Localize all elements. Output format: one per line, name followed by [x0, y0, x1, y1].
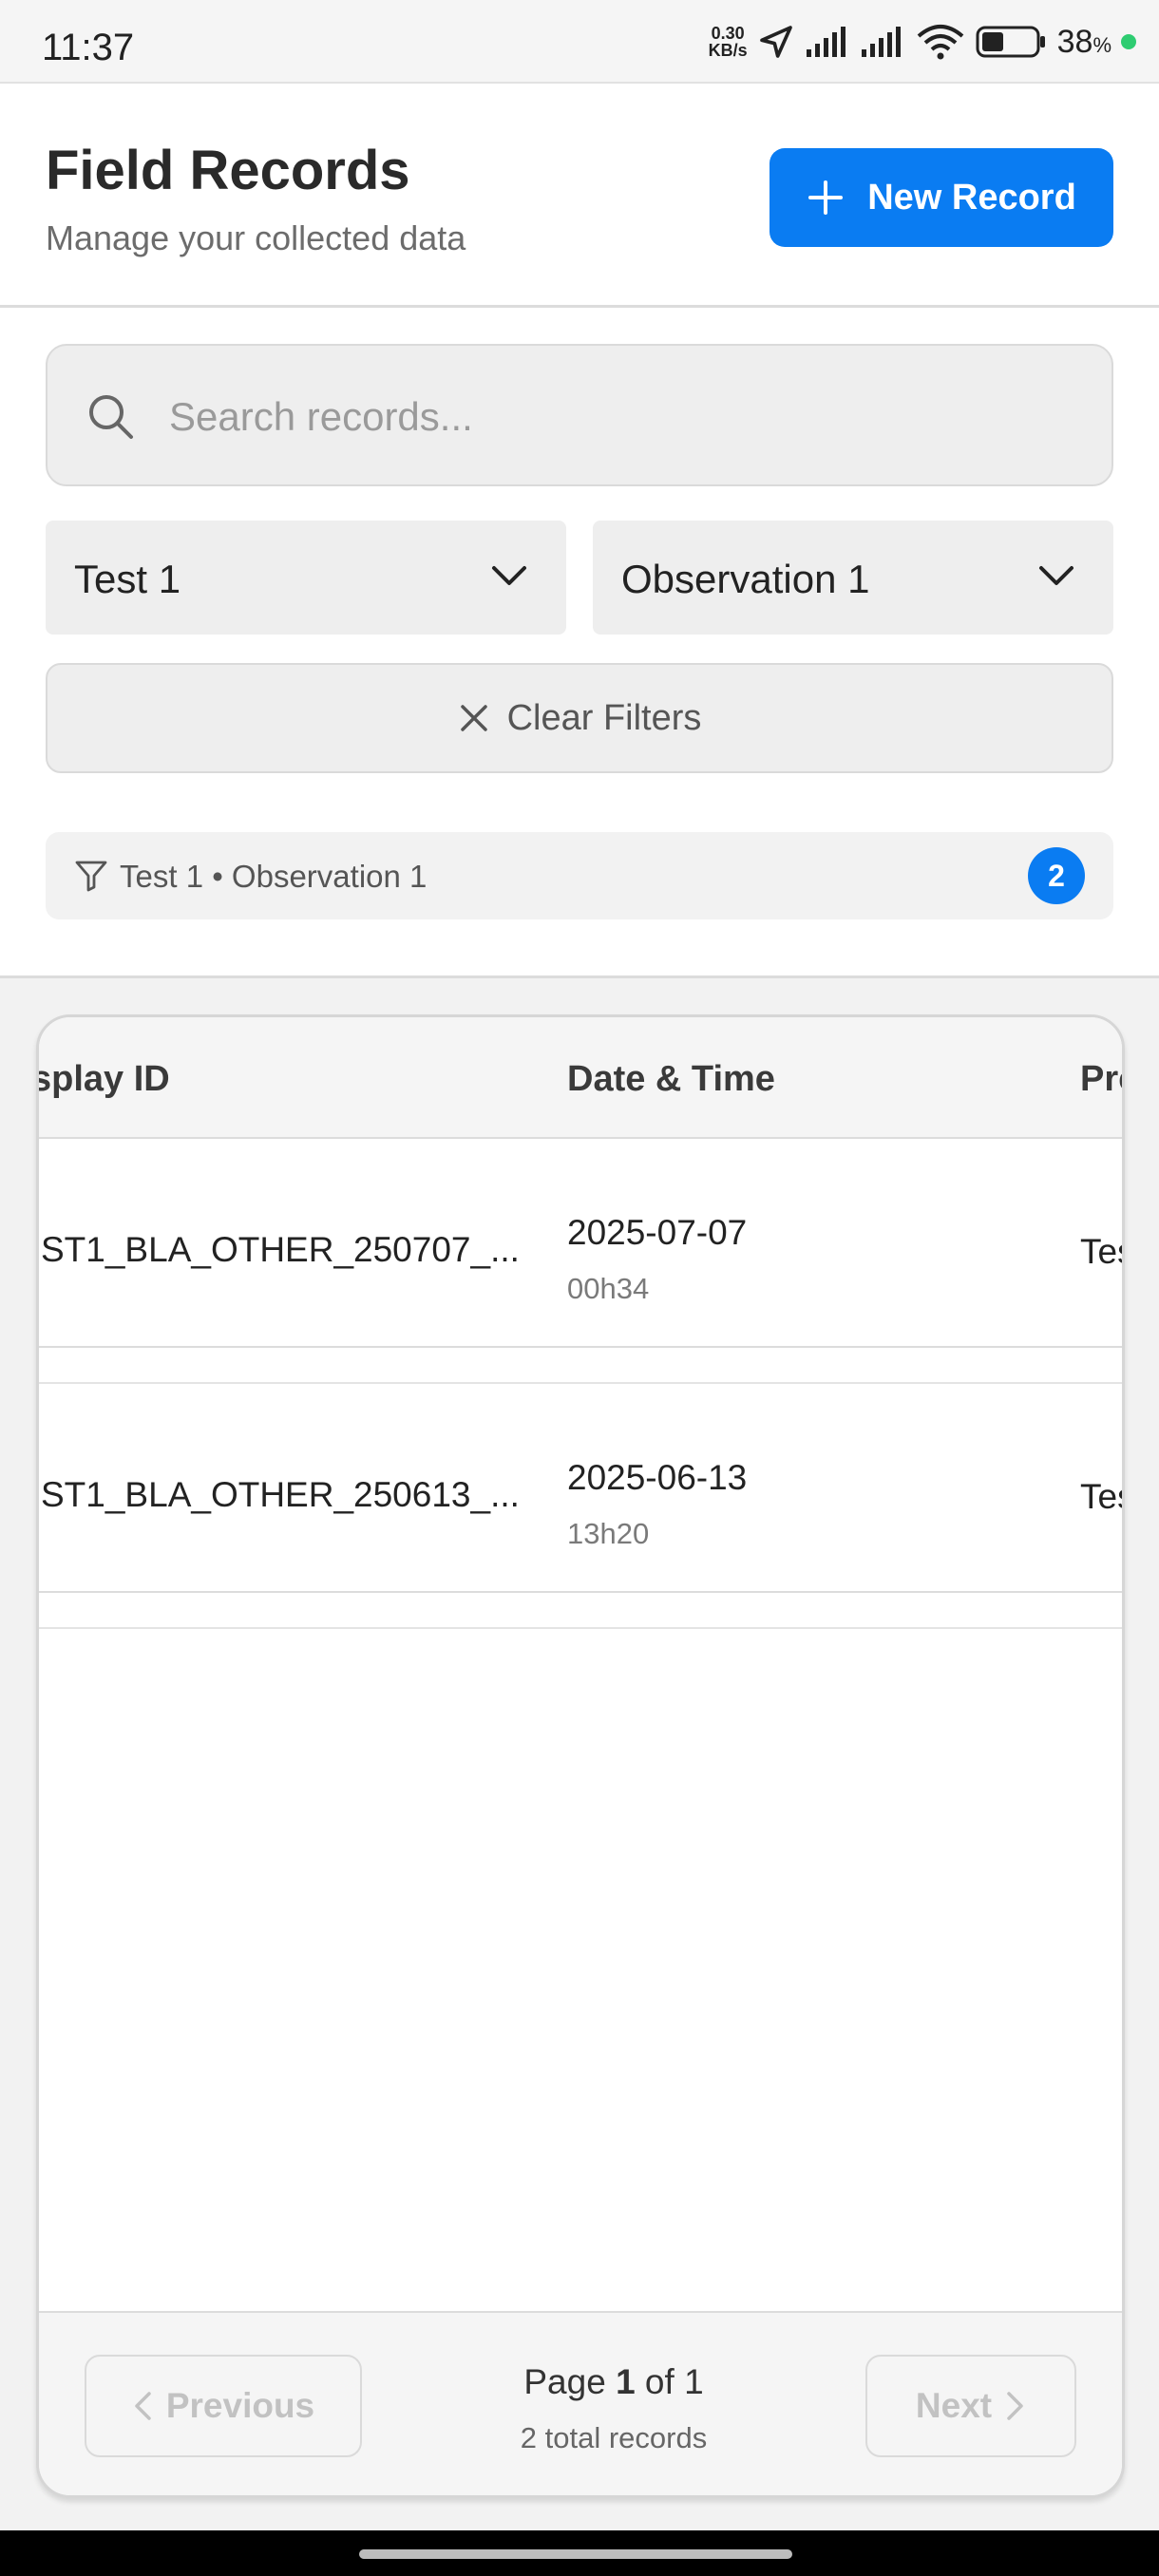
- filter-panel: Test 1 Observation 1 Clear Filters Test …: [0, 308, 1159, 978]
- table-row[interactable]: ST1_BLA_OTHER_250613_... 2025-06-13 13h2…: [39, 1384, 1122, 1593]
- next-page-button[interactable]: Next: [865, 2355, 1076, 2457]
- battery-percent: 38%: [1056, 23, 1112, 60]
- observation-select-value: Observation 1: [621, 557, 870, 601]
- table-row[interactable]: ST1_BLA_OTHER_250707_... 2025-07-07 00h3…: [39, 1139, 1122, 1348]
- cell-date: 2025-07-07: [567, 1213, 748, 1252]
- status-icons: 0.30 KB/s 38%: [709, 21, 1136, 63]
- current-page: 1: [616, 2362, 636, 2401]
- search-box[interactable]: [46, 344, 1113, 486]
- pagination-bar: Previous Page 1 of 1 2 total records Nex…: [39, 2311, 1122, 2495]
- total-records: 2 total records: [520, 2421, 708, 2454]
- next-label: Next: [915, 2386, 993, 2425]
- page-title: Field Records: [46, 140, 410, 201]
- location-arrow-icon: [759, 26, 792, 58]
- row-separator: [39, 1348, 1122, 1384]
- search-input[interactable]: [169, 374, 1081, 460]
- observation-select[interactable]: Observation 1: [593, 521, 1113, 635]
- active-filter-count-badge: 2: [1028, 847, 1085, 904]
- records-table[interactable]: splay ID Date & Time Pro ST1_BLA_OTHER_2…: [36, 1014, 1125, 2498]
- table-header: splay ID Date & Time Pro: [39, 1017, 1122, 1139]
- active-filters-text: Test 1 • Observation 1: [120, 859, 428, 894]
- cell-project: Tes: [1080, 1232, 1122, 1271]
- filter-icon: [75, 861, 107, 892]
- page-subtitle: Manage your collected data: [46, 218, 466, 257]
- cell-time: 13h20: [567, 1517, 650, 1550]
- chevron-left-icon: [135, 2392, 151, 2420]
- battery-icon: [976, 26, 1045, 58]
- chevron-right-icon: [1007, 2392, 1023, 2420]
- network-speed: 0.30 KB/s: [708, 24, 748, 60]
- cell-project: Tes: [1080, 1477, 1122, 1516]
- clear-filters-label: Clear Filters: [506, 697, 702, 738]
- status-time: 11:37: [42, 27, 135, 68]
- cell-time: 00h34: [567, 1272, 650, 1305]
- clear-filters-button[interactable]: Clear Filters: [46, 663, 1113, 773]
- row-separator: [39, 1593, 1122, 1629]
- cell-date: 2025-06-13: [567, 1458, 748, 1497]
- close-icon: [460, 705, 487, 731]
- home-gesture-handle[interactable]: [359, 2549, 792, 2559]
- test-select[interactable]: Test 1: [46, 521, 566, 635]
- signal-icon: [861, 27, 901, 57]
- search-icon: [89, 395, 133, 439]
- page-indicator: Page 1 of 1: [523, 2362, 704, 2401]
- cell-display-id: ST1_BLA_OTHER_250613_...: [41, 1475, 520, 1514]
- active-filters-summary: Test 1 • Observation 1 2: [46, 832, 1113, 919]
- test-select-value: Test 1: [74, 557, 181, 601]
- plus-icon: [808, 180, 844, 215]
- previous-page-button[interactable]: Previous: [85, 2355, 362, 2457]
- chevron-down-icon: [492, 566, 526, 585]
- signal-icon: [806, 27, 846, 57]
- system-navigation-bar: [0, 2530, 1159, 2576]
- column-header-display-id[interactable]: splay ID: [39, 1059, 170, 1100]
- new-record-button[interactable]: New Record: [770, 148, 1113, 247]
- column-header-project[interactable]: Pro: [1080, 1059, 1122, 1100]
- column-header-date-time[interactable]: Date & Time: [567, 1059, 775, 1100]
- previous-label: Previous: [165, 2386, 315, 2425]
- total-pages: 1: [684, 2362, 704, 2401]
- new-record-label: New Record: [867, 177, 1076, 218]
- privacy-indicator-dot: [1121, 34, 1136, 49]
- status-bar: 11:37 0.30 KB/s 38%: [0, 0, 1159, 82]
- page-header: Field Records Manage your collected data…: [0, 82, 1159, 308]
- cell-display-id: ST1_BLA_OTHER_250707_...: [41, 1230, 520, 1269]
- chevron-down-icon: [1039, 566, 1074, 585]
- wifi-icon: [917, 25, 963, 60]
